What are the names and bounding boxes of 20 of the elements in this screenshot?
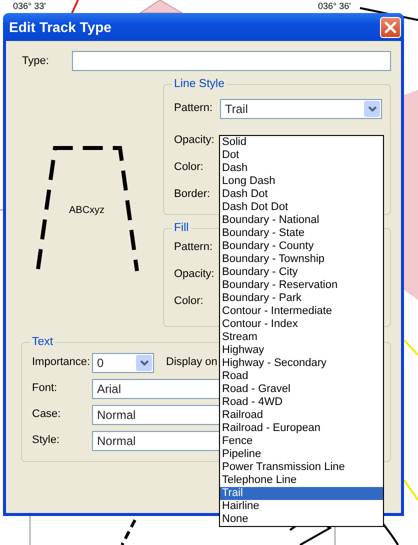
field-label: Color:: [174, 160, 204, 176]
sample-text: ABCxyz: [69, 204, 105, 218]
field-label: Case:: [32, 407, 62, 422]
field-label: Pattern:: [174, 240, 214, 256]
field-label: Display on: [166, 355, 218, 370]
field-label: Opacity:: [174, 133, 216, 148]
window-title: Edit Track Type: [9, 18, 112, 37]
group-title: Text: [31, 337, 54, 348]
field-label: Font:: [32, 381, 58, 396]
coordinate-label: 036° 36': [318, 2, 351, 11]
coordinate-label: 036° 33': [13, 2, 46, 11]
field-label: Type:: [22, 54, 50, 69]
field-label: Style:: [32, 433, 61, 448]
field-label: Importance:: [32, 355, 92, 370]
field-label: Border:: [174, 187, 212, 202]
field-label: Pattern:: [174, 101, 214, 116]
field-label: Opacity:: [174, 267, 216, 282]
field-label: Color:: [174, 294, 204, 310]
group-title: Fill: [173, 223, 190, 234]
group-title: Line Style: [173, 79, 226, 90]
